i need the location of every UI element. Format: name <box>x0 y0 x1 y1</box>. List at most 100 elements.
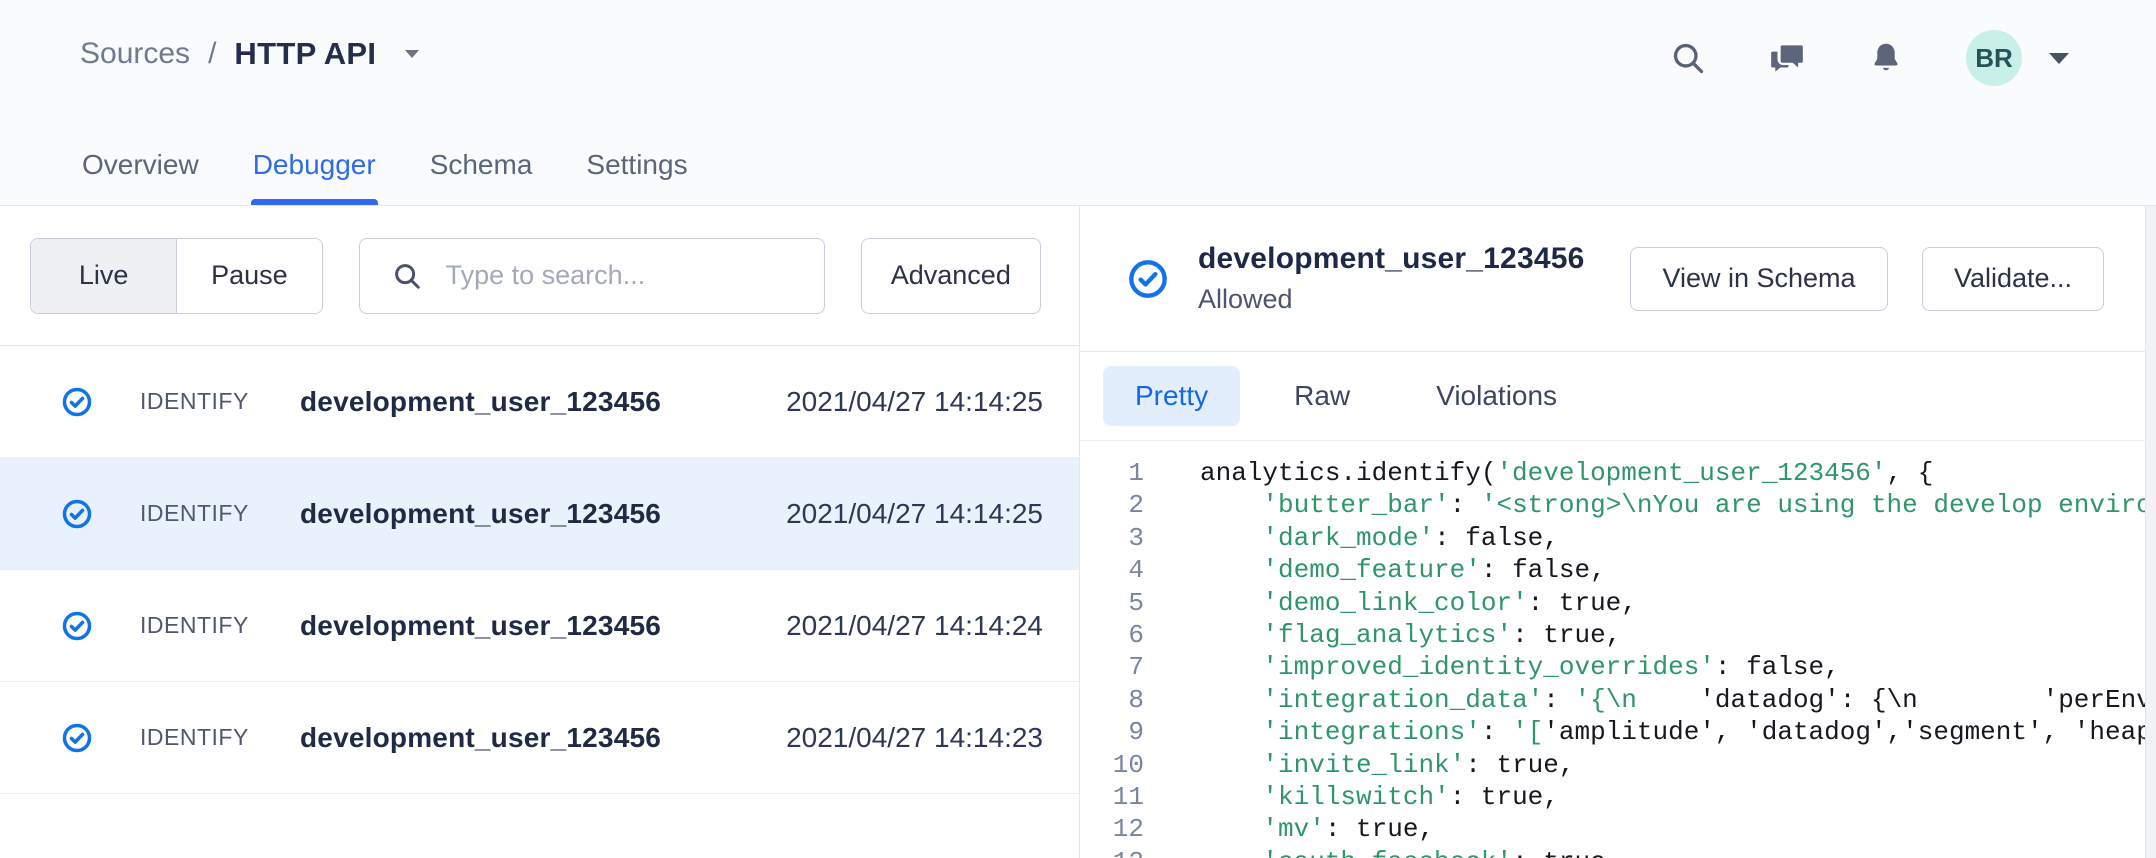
line-number: 9 <box>1080 716 1144 748</box>
event-type-label: IDENTIFY <box>140 724 300 751</box>
view-in-schema-button[interactable]: View in Schema <box>1630 247 1888 311</box>
code-line: 2 'butter_bar': '<strong>\nYou are using… <box>1080 489 2156 521</box>
event-list: IDENTIFY development_user_123456 2021/04… <box>0 346 1079 794</box>
tab-debugger[interactable]: Debugger <box>251 149 378 205</box>
code-line: 11 'killswitch': true, <box>1080 781 2156 813</box>
event-row[interactable]: IDENTIFY development_user_123456 2021/04… <box>0 682 1079 794</box>
code-text: 'integrations': '['amplitude', 'datadog'… <box>1200 716 2156 748</box>
detail-actions: View in Schema Validate... <box>1630 247 2104 311</box>
event-status-label: Allowed <box>1198 284 1630 315</box>
chat-icon[interactable] <box>1768 39 1806 77</box>
code-line: 12 'mv': true, <box>1080 813 2156 845</box>
live-button[interactable]: Live <box>31 239 176 313</box>
app-header: Sources / HTTP API BR <box>0 0 2156 206</box>
event-row[interactable]: IDENTIFY development_user_123456 2021/04… <box>0 458 1079 570</box>
event-timestamp: 2021/04/27 14:14:23 <box>786 722 1043 754</box>
code-text: 'dark_mode': false, <box>1200 522 1559 554</box>
code-text: analytics.identify('development_user_123… <box>1200 457 1933 489</box>
tab-violations[interactable]: Violations <box>1404 366 1589 426</box>
code-text: 'killswitch': true, <box>1200 781 1559 813</box>
user-menu-caret-icon <box>2048 52 2070 65</box>
stream-controls: Live Pause Advanced <box>0 206 1079 346</box>
line-number: 1 <box>1080 457 1144 489</box>
main-content: Live Pause Advanced <box>0 206 2156 858</box>
line-number: 13 <box>1080 846 1144 858</box>
line-number: 12 <box>1080 813 1144 845</box>
breadcrumb-separator: / <box>208 37 216 71</box>
line-number: 2 <box>1080 489 1144 521</box>
event-timestamp: 2021/04/27 14:14:24 <box>786 610 1043 642</box>
code-content: 1 analytics.identify('development_user_12… <box>1080 457 2156 858</box>
code-viewer: 1 analytics.identify('development_user_12… <box>1080 441 2156 858</box>
line-number: 11 <box>1080 781 1144 813</box>
code-text: 'flag_analytics': true, <box>1200 619 1621 651</box>
code-line: 13 'oauth_facebook': true <box>1080 846 2156 858</box>
code-line: 5 'demo_link_color': true, <box>1080 587 2156 619</box>
code-line: 7 'improved_identity_overrides': false, <box>1080 651 2156 683</box>
source-dropdown-caret-icon[interactable] <box>404 49 420 59</box>
code-line: 4 'demo_feature': false, <box>1080 554 2156 586</box>
code-text: 'invite_link': true, <box>1200 749 1574 781</box>
code-text: 'demo_link_color': true, <box>1200 587 1637 619</box>
event-type-label: IDENTIFY <box>140 612 300 639</box>
event-detail-titles: development_user_123456 Allowed <box>1198 242 1630 315</box>
user-menu[interactable]: BR <box>1966 30 2070 86</box>
event-row[interactable]: IDENTIFY development_user_123456 2021/04… <box>0 346 1079 458</box>
line-number: 10 <box>1080 749 1144 781</box>
breadcrumb-current-source[interactable]: HTTP API <box>234 36 376 72</box>
code-text: 'oauth_facebook': true <box>1200 846 1606 858</box>
event-timestamp: 2021/04/27 14:14:25 <box>786 498 1043 530</box>
line-number: 3 <box>1080 522 1144 554</box>
code-text: 'improved_identity_overrides': false, <box>1200 651 1840 683</box>
event-type-label: IDENTIFY <box>140 500 300 527</box>
event-search-box <box>359 238 825 314</box>
code-line: 9 'integrations': '['amplitude', 'datado… <box>1080 716 2156 748</box>
main-tabs: Overview Debugger Schema Settings <box>80 149 690 205</box>
code-text: 'integration_data': '{\n 'datadog': {\n … <box>1200 684 2156 716</box>
allowed-check-icon <box>62 387 92 417</box>
event-detail-panel: development_user_123456 Allowed View in … <box>1080 206 2156 858</box>
code-line: 8 'integration_data': '{\n 'datadog': {\… <box>1080 684 2156 716</box>
header-actions: BR <box>1670 30 2070 86</box>
breadcrumb-sources-link[interactable]: Sources <box>80 37 190 71</box>
event-name: development_user_123456 <box>300 722 786 754</box>
code-line: 6 'flag_analytics': true, <box>1080 619 2156 651</box>
vertical-scrollbar[interactable] <box>2145 206 2156 858</box>
tab-settings[interactable]: Settings <box>584 149 689 205</box>
bell-icon[interactable] <box>1868 40 1904 76</box>
event-detail-header: development_user_123456 Allowed View in … <box>1080 206 2156 352</box>
validate-button[interactable]: Validate... <box>1922 247 2104 311</box>
tab-pretty[interactable]: Pretty <box>1103 366 1240 426</box>
avatar[interactable]: BR <box>1966 30 2022 86</box>
event-name: development_user_123456 <box>300 610 786 642</box>
allowed-check-icon <box>62 611 92 641</box>
code-line: 10 'invite_link': true, <box>1080 749 2156 781</box>
search-icon[interactable] <box>1670 40 1706 76</box>
allowed-check-icon <box>62 723 92 753</box>
event-name: development_user_123456 <box>300 386 786 418</box>
search-input-icon <box>392 261 422 291</box>
line-number: 5 <box>1080 587 1144 619</box>
search-input[interactable] <box>446 260 800 291</box>
tab-overview[interactable]: Overview <box>80 149 201 205</box>
event-detail-title: development_user_123456 <box>1198 242 1630 276</box>
line-number: 8 <box>1080 684 1144 716</box>
line-number: 4 <box>1080 554 1144 586</box>
event-timestamp: 2021/04/27 14:14:25 <box>786 386 1043 418</box>
code-text: 'mv': true, <box>1200 813 1434 845</box>
line-number: 6 <box>1080 619 1144 651</box>
code-text: 'butter_bar': '<strong>\nYou are using t… <box>1200 489 2156 521</box>
event-stream-panel: Live Pause Advanced <box>0 206 1080 858</box>
event-row[interactable]: IDENTIFY development_user_123456 2021/04… <box>0 570 1079 682</box>
tab-schema[interactable]: Schema <box>428 149 535 205</box>
event-type-label: IDENTIFY <box>140 388 300 415</box>
code-line: 3 'dark_mode': false, <box>1080 522 2156 554</box>
line-number: 7 <box>1080 651 1144 683</box>
tab-raw[interactable]: Raw <box>1262 366 1382 426</box>
pause-button[interactable]: Pause <box>176 239 321 313</box>
event-name: development_user_123456 <box>300 498 786 530</box>
detail-tabs: Pretty Raw Violations <box>1080 352 2156 441</box>
allowed-check-icon <box>1128 259 1168 299</box>
advanced-button[interactable]: Advanced <box>861 238 1041 314</box>
live-pause-toggle: Live Pause <box>30 238 323 314</box>
